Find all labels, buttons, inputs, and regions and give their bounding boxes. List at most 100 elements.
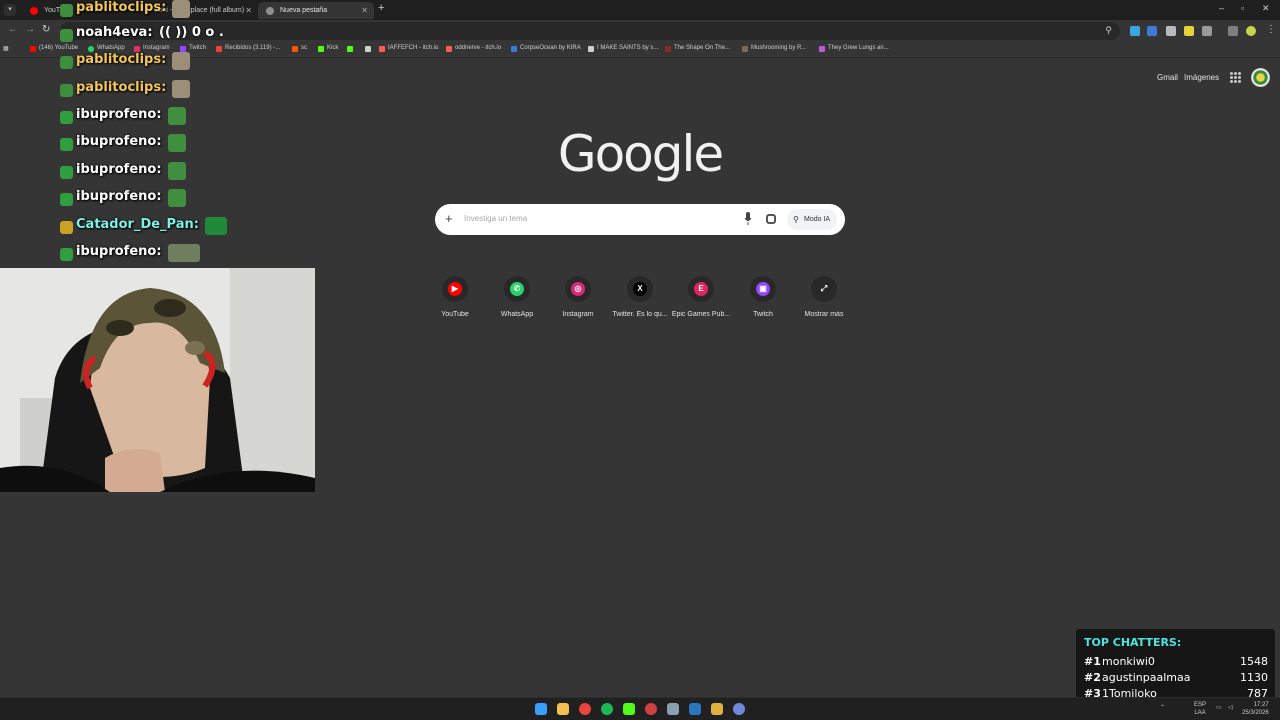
- kick-icon: [347, 46, 353, 52]
- google-apps-icon[interactable]: [1230, 72, 1241, 83]
- shortcut-circle: ✆: [504, 276, 530, 302]
- chat-badge-icon: [60, 248, 73, 261]
- shortcut-tile[interactable]: ⤢ Mostrar más: [789, 276, 859, 318]
- shortcut-label: YouTube: [441, 311, 469, 318]
- chat-emote-icon: [168, 244, 200, 262]
- shortcut-circle: ▶: [442, 276, 468, 302]
- chatter-row: #1 monkiwi0 1548: [1084, 655, 1268, 671]
- chat-badge-icon: [60, 29, 73, 42]
- chat-emote-icon: [172, 52, 190, 70]
- itch-icon: [446, 46, 452, 52]
- kick-icon[interactable]: [623, 703, 635, 715]
- bookmark-item[interactable]: Twitch: [180, 45, 206, 52]
- chatter-rank: #1: [1084, 655, 1101, 668]
- notepad-icon[interactable]: [711, 703, 723, 715]
- network-icon[interactable]: ▭: [1216, 704, 1222, 711]
- bookmark-item[interactable]: CorpseOcean by KIRA: [511, 45, 581, 52]
- tab-title: Nueva pestaña: [280, 7, 328, 14]
- shortcut-tile[interactable]: ▶ YouTube: [420, 276, 490, 318]
- menu-icon[interactable]: ⋮: [1266, 24, 1276, 35]
- shortcut-tile[interactable]: ◎ Instagram: [543, 276, 613, 318]
- new-tab-button[interactable]: +: [378, 2, 384, 14]
- shortcut-tile[interactable]: X Twitter. Es lo qu...: [605, 276, 675, 318]
- back-icon[interactable]: ←: [8, 24, 18, 35]
- shortcut-circle: X: [627, 276, 653, 302]
- whatsapp-icon: ✆: [510, 282, 524, 296]
- chatter-row: #2 agustinpaalmaa 1130: [1084, 671, 1268, 687]
- bookmark-item[interactable]: IAFFEFCH - itch.io: [379, 45, 438, 52]
- images-link[interactable]: Imágenes: [1184, 73, 1219, 82]
- language-indicator[interactable]: ESP LAA: [1194, 701, 1206, 717]
- extension-icon[interactable]: [1166, 26, 1176, 36]
- chrome-icon[interactable]: [579, 703, 591, 715]
- language-bottom: LAA: [1194, 710, 1206, 716]
- ai-mode-button[interactable]: ⚲ Modo IA: [787, 209, 838, 230]
- minimize-icon[interactable]: –: [1219, 3, 1224, 13]
- restore-icon[interactable]: ▫: [1241, 3, 1244, 13]
- app-icon[interactable]: [667, 703, 679, 715]
- account-avatar[interactable]: [1251, 68, 1270, 87]
- bookmark-item[interactable]: They Grew Lungs an...: [819, 45, 889, 52]
- bookmark-item[interactable]: (146) YouTube: [30, 45, 78, 52]
- bookmark-icon: [819, 46, 825, 52]
- kick-icon: [318, 46, 324, 52]
- streamer-webcam-image: [0, 268, 315, 492]
- shortcut-tile[interactable]: ✆ WhatsApp: [482, 276, 552, 318]
- google-lens-icon[interactable]: [766, 214, 776, 224]
- bookmarks-bar: ▦ (146) YouTube WhatsApp Instagram Twitc…: [0, 42, 1280, 58]
- close-tab-icon[interactable]: ✕: [245, 2, 252, 19]
- chat-badge-icon: [60, 221, 73, 234]
- profile-icon[interactable]: [1246, 26, 1256, 36]
- chat-badge-icon: [60, 138, 73, 151]
- soundcloud-icon: [292, 46, 298, 52]
- search-box[interactable]: + Investiga un tema ⚲ Modo IA: [435, 204, 845, 235]
- bookmark-item[interactable]: Mushrooming by R...: [742, 45, 806, 52]
- windows-start-icon[interactable]: [535, 703, 547, 715]
- shortcut-tile[interactable]: E Epic Games Pub...: [666, 276, 736, 318]
- close-tab-icon[interactable]: ✕: [361, 2, 368, 19]
- steam-icon[interactable]: [689, 703, 701, 715]
- shortcut-tile[interactable]: ▣ Twitch: [728, 276, 798, 318]
- obs-icon[interactable]: [645, 703, 657, 715]
- bookmark-item[interactable]: oddnerve - itch.io: [446, 45, 501, 52]
- gmail-link[interactable]: Gmail: [1157, 73, 1178, 82]
- extension-icon[interactable]: [1184, 26, 1194, 36]
- ai-search-icon: ⚲: [793, 215, 799, 224]
- shortcut-circle: ◎: [565, 276, 591, 302]
- bookmark-item[interactable]: Instagram: [134, 45, 170, 52]
- add-icon[interactable]: +: [445, 211, 453, 226]
- zoom-icon[interactable]: ⚲: [1105, 25, 1112, 36]
- tab-search-button[interactable]: ▾: [4, 4, 16, 16]
- discord-icon[interactable]: [733, 703, 745, 715]
- tray-chevron-icon[interactable]: ⌃: [1160, 704, 1165, 711]
- bookmark-item[interactable]: Recibidos (3.119) -...: [216, 45, 280, 52]
- tab-title: zohi - #fuckplace (full album): [155, 7, 245, 14]
- file-explorer-icon[interactable]: [557, 703, 569, 715]
- youtube-icon: ▶: [448, 282, 462, 296]
- microphone-icon[interactable]: [744, 212, 752, 226]
- extension-icon[interactable]: [1228, 26, 1238, 36]
- chrome-favicon-icon: [266, 7, 274, 15]
- chatter-score: 1130: [1240, 671, 1268, 684]
- search-input[interactable]: Investiga un tema: [464, 214, 527, 223]
- clock[interactable]: 17:27 25/3/2026: [1242, 701, 1269, 717]
- extension-icon[interactable]: [1202, 26, 1212, 36]
- volume-icon[interactable]: ◁: [1228, 704, 1233, 711]
- bookmark-item[interactable]: I MAKE SAINTS by s...: [588, 45, 658, 52]
- extension-icon[interactable]: [1147, 26, 1157, 36]
- extension-icon[interactable]: [1130, 26, 1140, 36]
- spotify-icon[interactable]: [601, 703, 613, 715]
- shortcut-label: WhatsApp: [500, 311, 534, 318]
- close-window-icon[interactable]: ✕: [1262, 3, 1270, 14]
- apps-shortcut-icon[interactable]: ▦: [3, 45, 9, 52]
- chatter-name: monkiwi0: [1102, 655, 1155, 668]
- shortcut-label: Twitter. Es lo qu...: [612, 311, 668, 318]
- bookmark-item[interactable]: WhatsApp: [88, 45, 125, 52]
- shortcut-circle: ⤢: [811, 276, 837, 302]
- tab-new-tab[interactable]: Nueva pestaña ✕: [258, 2, 374, 19]
- bookmark-item[interactable]: sc: [292, 45, 307, 52]
- reload-icon[interactable]: ↻: [42, 24, 50, 35]
- forward-icon[interactable]: →: [25, 24, 35, 35]
- bookmark-item[interactable]: The Shape On The...: [665, 45, 730, 52]
- bookmark-item[interactable]: Kick: [318, 45, 338, 52]
